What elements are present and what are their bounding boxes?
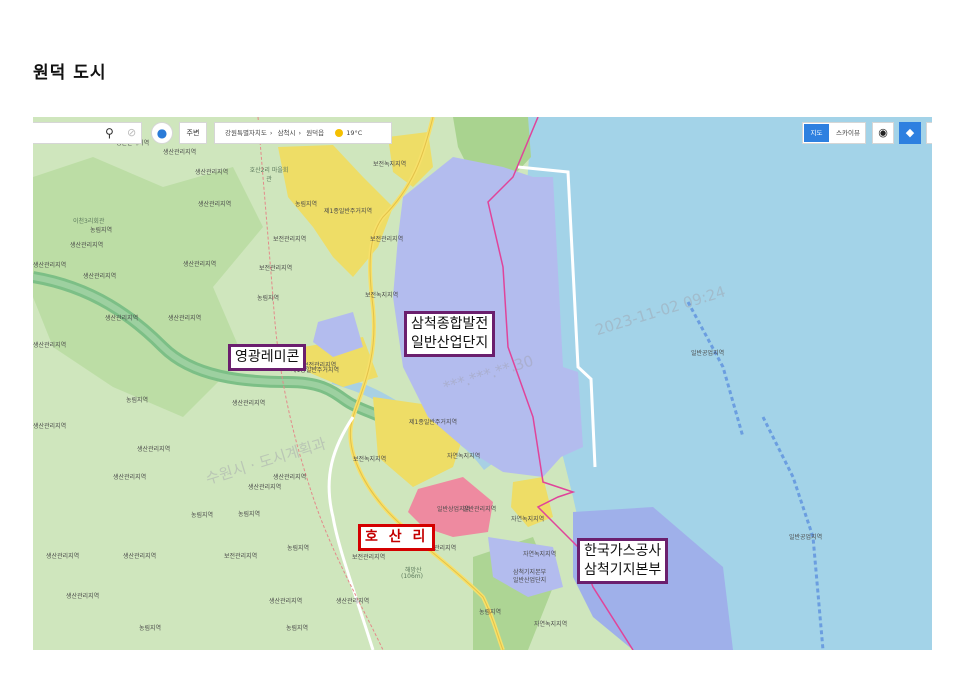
breadcrumb-town[interactable]: 원덕읍 [306, 129, 324, 137]
zone-label: 보전관리지역 [303, 362, 337, 369]
zone-label: 농림지역 [479, 609, 502, 616]
elevation-label: (106m) [401, 573, 423, 580]
zone-label: 생산관리지역 [33, 423, 67, 430]
zone-label: 보전관리지역 [259, 265, 293, 272]
layers-button[interactable]: ◆ [899, 122, 921, 144]
zone-label: 일반공업지역 [789, 534, 823, 541]
zone-label: 생산관리지역 [195, 169, 229, 176]
zone-label: 일반공업지역 [691, 350, 725, 357]
map-type-map[interactable]: 지도 [804, 124, 829, 142]
zone-label: 생산관리지역 [70, 242, 104, 249]
zone-label: 제1종일반주거지역 [324, 208, 372, 215]
search-input[interactable]: ⚲ ⊘ [33, 122, 142, 144]
zone-label: 생산관리지역 [168, 315, 202, 322]
zone-label: 생산관리지역 [83, 273, 117, 280]
zone-label: 보전녹지지역 [353, 456, 387, 463]
breadcrumb[interactable]: 강원특별자치도 › 삼척시 › 원덕읍 19°C [214, 122, 392, 144]
zone-label: 농림지역 [126, 397, 149, 404]
zone-label: 생산관리지역 [66, 593, 100, 600]
map-pin-button[interactable]: ● [151, 122, 173, 144]
zone-label: 생산관리지역 [248, 484, 282, 491]
callout-power-plant: 삼척종합발전 일반산업단지 [404, 311, 496, 357]
zone-label: 농림지역 [286, 625, 309, 632]
zone-label: 농림지역 [238, 511, 261, 518]
map-type-skyview[interactable]: 스카이뷰 [831, 124, 865, 142]
zone-label: 생산관리지역 [183, 261, 217, 268]
zone-label: 농림지역 [287, 545, 310, 552]
zone-label: 보전관리지역 [370, 236, 404, 243]
map-view[interactable]: 2023-11-02 09:24 ***.***.**.30 수원시 · 도시계… [33, 117, 932, 650]
zone-label: 생산관리지역 [232, 400, 266, 407]
callout-kogas: 한국가스공사 삼척기지본부 [577, 538, 669, 584]
zone-label: 보전관리지역 [273, 236, 307, 243]
more-button[interactable] [926, 122, 932, 144]
breadcrumb-city[interactable]: 삼척시 [278, 129, 296, 137]
search-icon[interactable]: ⚲ [105, 126, 114, 140]
zone-label: 생산관리지역 [33, 342, 67, 349]
zone-label: 자연녹지지역 [523, 551, 557, 558]
zone-label: 생산관리지역 [163, 149, 197, 156]
zone-label: 일반관리지역 [463, 506, 497, 513]
zone-label: 생산관리지역 [105, 315, 139, 322]
zone-label: 생산관리지역 [273, 474, 307, 481]
zone-label: 일반산업단지 [513, 577, 547, 584]
zone-label: 자연녹지지역 [511, 516, 545, 523]
layers-icon: ◆ [905, 126, 915, 139]
zone-label: 보전관리지역 [352, 554, 386, 561]
zone-label: 생산관리지역 [123, 553, 157, 560]
zone-label: 생산관리지역 [198, 201, 232, 208]
zone-label: 생산관리지역 [113, 474, 147, 481]
zone-label: 자연녹지지역 [534, 621, 568, 628]
zone-label: 생산관리지역 [46, 553, 80, 560]
zone-label: 농림지역 [90, 227, 113, 234]
zone-label: 보전녹지지역 [365, 292, 399, 299]
breadcrumb-province[interactable]: 강원특별자치도 [225, 129, 267, 137]
zone-label: 생산관리지역 [137, 446, 171, 453]
hall-label: 이천3리회관 [73, 218, 105, 225]
zone-label: 생산관리지역 [336, 598, 370, 605]
callout-line: 삼척기지본부 [584, 562, 662, 578]
clear-icon[interactable]: ⊘ [127, 126, 136, 139]
callout-hosan-ri: 호 산 리 [358, 524, 436, 551]
village-label: 호산2리 마을회관 [249, 167, 289, 183]
callout-line: 삼척종합발전 [411, 316, 489, 332]
callout-remicon: 영광레미콘 [228, 344, 307, 371]
map-pin-icon: ● [156, 126, 168, 140]
zone-label: 농림지역 [257, 295, 280, 302]
location-button[interactable]: ◉ [872, 122, 894, 144]
zone-label: 자연녹지지역 [447, 453, 481, 460]
map-type-switch[interactable]: 지도 스카이뷰 [802, 122, 866, 144]
zone-label: 생산관리지역 [33, 262, 67, 269]
zone-label: 보전관리지역 [224, 553, 258, 560]
zone-label: 농림지역 [191, 512, 214, 519]
callout-line: 일반산업단지 [411, 335, 489, 351]
zone-label: 생산관리지역 [269, 598, 303, 605]
zone-label: 제1종일반주거지역 [409, 419, 457, 426]
page-title: 원덕 도시 [33, 63, 107, 83]
zone-label: 보전녹지지역 [373, 161, 407, 168]
temperature: 19°C [346, 129, 363, 137]
nearby-button[interactable]: 주변 [179, 122, 207, 144]
zone-label: 농림지역 [139, 625, 162, 632]
location-pin-icon: ◉ [878, 126, 888, 139]
sun-icon [335, 129, 344, 137]
zone-label: 농림지역 [295, 201, 318, 208]
callout-line: 한국가스공사 [584, 543, 662, 559]
